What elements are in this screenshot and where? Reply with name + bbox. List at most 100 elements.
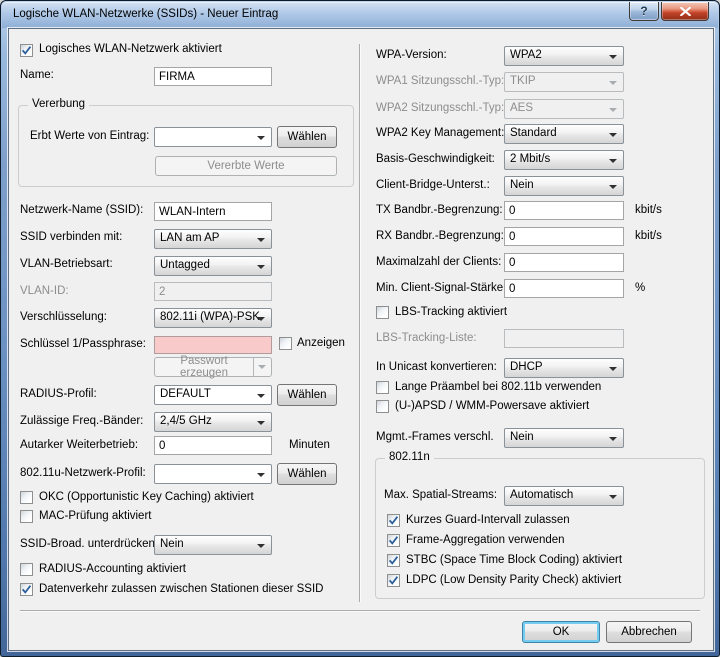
wpa2-mgmt-select[interactable]: Standard — [504, 124, 624, 144]
rx-unit-label: kbit/s — [635, 229, 662, 244]
hide-ssid-label: SSID-Broad. unterdrücken: — [20, 537, 158, 552]
dialog-window: Logische WLAN-Netzwerke (SSIDs) - Neuer … — [0, 0, 720, 657]
ldpc-checkbox[interactable] — [387, 574, 400, 587]
wpa2-key-value: AES — [510, 102, 533, 114]
check-icon — [388, 515, 399, 526]
frame-aggregation-checkbox[interactable] — [387, 534, 400, 547]
client-bridge-label: Client-Bridge-Unterst.: — [376, 178, 490, 193]
hide-ssid-select[interactable]: Nein — [154, 535, 272, 555]
short-gi-checkbox[interactable] — [387, 514, 400, 527]
name-input[interactable] — [154, 67, 272, 86]
chevron-down-icon — [609, 133, 617, 137]
spatial-streams-label: Max. Spatial-Streams: — [384, 488, 497, 503]
vlan-mode-label: VLAN-Betriebsart: — [20, 257, 113, 272]
wpa2-key-label: WPA2 Sitzungsschl.-Typ: — [376, 101, 504, 116]
inherit-from-combobox[interactable] — [154, 127, 272, 147]
chevron-down-icon — [257, 136, 265, 140]
min-signal-label: Min. Client-Signal-Stärke: — [376, 281, 506, 296]
mgmt-frames-select[interactable]: Nein — [504, 428, 624, 448]
max-clients-input[interactable] — [504, 253, 624, 272]
rx-limit-input[interactable] — [504, 227, 624, 246]
mac-check-checkbox[interactable] — [20, 510, 33, 523]
rx-limit-label: RX Bandbr.-Begrenzung: — [376, 229, 504, 244]
freq-bands-select[interactable]: 2,4/5 GHz — [154, 412, 272, 432]
radius-choose-button[interactable]: Wählen — [277, 384, 337, 406]
tx-limit-label: TX Bandbr.-Begrenzung: — [376, 203, 503, 218]
apsd-checkbox[interactable] — [376, 400, 389, 413]
spatial-streams-select[interactable]: Automatisch — [504, 486, 624, 506]
wpa2-mgmt-label: WPA2 Key Management: — [376, 126, 504, 141]
radius-profile-combobox[interactable]: DEFAULT — [154, 385, 272, 405]
stbc-checkbox[interactable] — [387, 554, 400, 567]
chevron-down-icon — [257, 238, 265, 242]
ok-button[interactable]: OK — [522, 621, 600, 643]
encryption-select[interactable]: 802.11i (WPA)-PSK — [154, 308, 272, 328]
connect-to-select[interactable]: LAN am AP — [154, 229, 272, 249]
encryption-label: Verschlüsselung: — [20, 310, 107, 325]
lbs-tracking-label: LBS-Tracking aktiviert — [395, 305, 507, 320]
percent-unit-label: % — [635, 281, 645, 296]
long-preamble-checkbox[interactable] — [376, 381, 389, 394]
ssid-input[interactable] — [154, 202, 272, 221]
connect-to-label: SSID verbinden mit: — [20, 230, 122, 245]
check-icon — [388, 575, 399, 586]
window-title: Logische WLAN-Netzwerke (SSIDs) - Neuer … — [13, 8, 278, 20]
standalone-input[interactable] — [154, 436, 272, 455]
frame-aggregation-label: Frame-Aggregation verwenden — [406, 533, 565, 548]
lbs-tracking-checkbox[interactable] — [376, 306, 389, 319]
help-icon: ? — [640, 4, 647, 18]
basic-rate-label: Basis-Geschwindigkeit: — [376, 152, 495, 167]
vlan-mode-select[interactable]: Untagged — [154, 256, 272, 276]
minutes-unit-label: Minuten — [289, 438, 330, 453]
connect-to-value: LAN am AP — [160, 232, 219, 244]
radius-accounting-label: RADIUS-Accounting aktiviert — [39, 562, 186, 577]
spatial-streams-value: Automatisch — [510, 489, 573, 501]
client-bridge-select[interactable]: Nein — [504, 176, 624, 196]
close-button[interactable] — [661, 2, 709, 21]
chevron-down-icon — [257, 265, 265, 269]
cancel-button[interactable]: Abbrechen — [606, 621, 692, 643]
min-signal-input[interactable] — [504, 279, 624, 298]
passphrase-input[interactable] — [154, 336, 272, 354]
chevron-down-icon — [257, 421, 265, 425]
long-preamble-label: Lange Präambel bei 802.11b verwenden — [395, 380, 601, 395]
tx-unit-label: kbit/s — [635, 203, 662, 218]
check-icon — [21, 584, 32, 595]
client-bridge-value: Nein — [510, 179, 534, 191]
freq-bands-label: Zulässige Freq.-Bänder: — [20, 414, 143, 429]
okc-checkbox[interactable] — [20, 491, 33, 504]
chevron-down-icon — [253, 358, 271, 376]
generate-password-button: Passwort erzeugen — [154, 357, 272, 377]
show-passphrase-checkbox[interactable] — [279, 337, 292, 350]
wlan-enabled-label: Logisches WLAN-Netzwerk aktiviert — [39, 42, 222, 57]
inherited-values-button: Vererbte Werte — [155, 156, 337, 176]
wpa-version-label: WPA-Version: — [376, 48, 447, 63]
inter-station-traffic-checkbox[interactable] — [20, 583, 33, 596]
unicast-select[interactable]: DHCP — [504, 358, 624, 378]
wpa-version-select[interactable]: WPA2 — [504, 46, 624, 66]
hotspot-choose-button[interactable]: Wählen — [277, 463, 337, 485]
chevron-down-icon — [609, 185, 617, 189]
titlebar[interactable]: Logische WLAN-Netzwerke (SSIDs) - Neuer … — [2, 2, 718, 28]
wpa-version-value: WPA2 — [510, 49, 542, 61]
basic-rate-select[interactable]: 2 Mbit/s — [504, 150, 624, 170]
chevron-down-icon — [257, 317, 265, 321]
wlan-enabled-checkbox[interactable] — [20, 44, 33, 57]
unicast-label: In Unicast konvertieren: — [376, 360, 497, 375]
unicast-value: DHCP — [510, 361, 543, 373]
help-button[interactable]: ? — [629, 2, 659, 21]
hotspot-profile-combobox[interactable] — [154, 464, 272, 484]
check-icon — [388, 555, 399, 566]
radius-accounting-checkbox[interactable] — [20, 563, 33, 576]
apsd-label: (U-)APSD / WMM-Powersave aktiviert — [395, 399, 589, 414]
tx-limit-input[interactable] — [504, 201, 624, 220]
chevron-down-icon — [257, 473, 265, 477]
passphrase-label: Schlüssel 1/Passphrase: — [20, 337, 146, 352]
lbs-list-input — [504, 329, 624, 348]
inherit-choose-button[interactable]: Wählen — [277, 126, 337, 148]
chevron-down-icon — [257, 544, 265, 548]
dialog-body: Logisches WLAN-Netzwerk aktiviert Name: … — [8, 28, 714, 651]
chevron-down-icon — [609, 81, 617, 85]
name-label: Name: — [20, 68, 54, 83]
vlan-id-input — [154, 282, 272, 301]
